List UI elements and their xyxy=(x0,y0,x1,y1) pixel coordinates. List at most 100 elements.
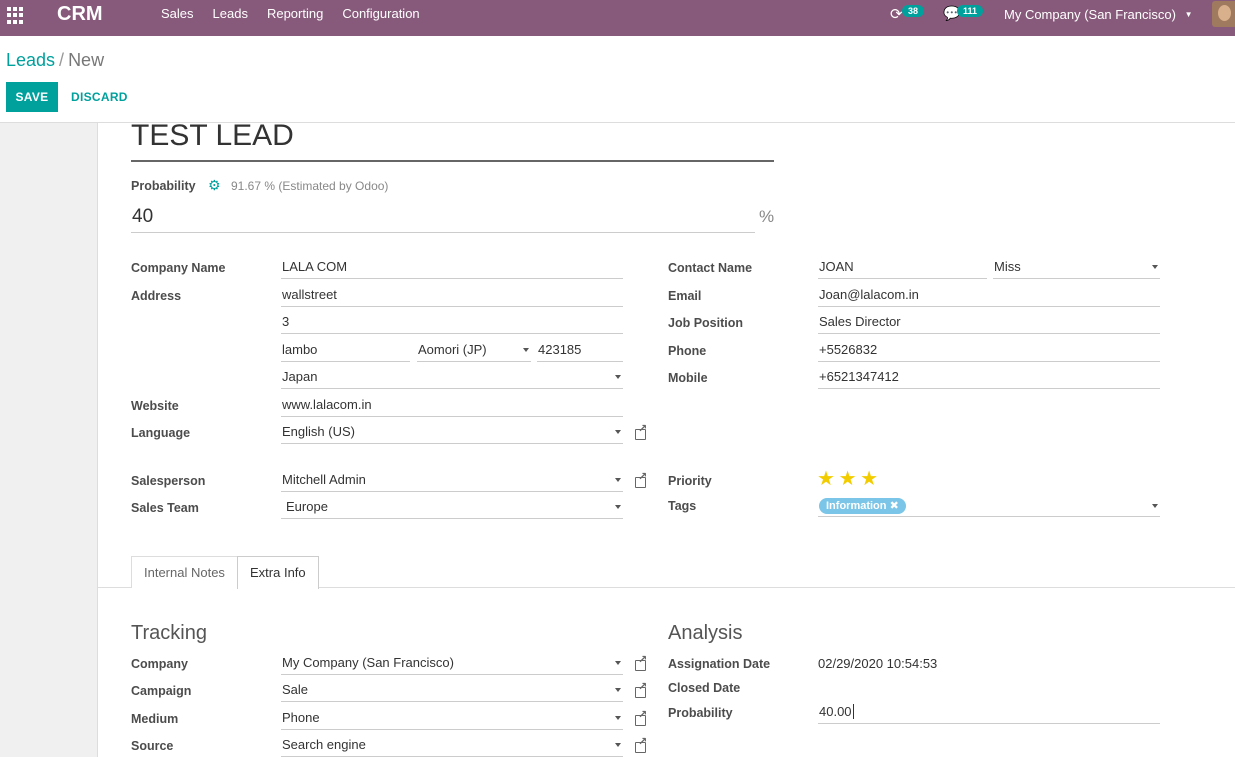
mobile-input[interactable]: +6521347412 xyxy=(818,367,1160,389)
website-label: Website xyxy=(131,399,179,413)
breadcrumb-current: New xyxy=(68,50,105,70)
assignation-date-value: 02/29/2020 10:54:53 xyxy=(818,656,938,671)
country-value: Japan xyxy=(282,369,318,384)
star-icon[interactable]: ★ xyxy=(817,468,835,490)
analysis-probability-label: Probability xyxy=(668,706,733,720)
external-link-icon[interactable] xyxy=(635,708,647,726)
salesperson-label: Salesperson xyxy=(131,474,206,488)
save-button[interactable]: SAVE xyxy=(6,82,58,112)
caret-down-icon xyxy=(615,505,621,509)
sales-team-select[interactable]: Europe xyxy=(281,497,623,519)
app-brand[interactable]: CRM xyxy=(57,3,103,26)
street-input[interactable]: wallstreet xyxy=(281,285,623,307)
mobile-label: Mobile xyxy=(668,371,708,385)
star-icon[interactable]: ★ xyxy=(839,468,857,490)
activity-menu[interactable]: ⟳ 38 xyxy=(890,5,925,23)
caret-down-icon xyxy=(615,688,621,692)
country-select[interactable]: Japan xyxy=(281,367,623,389)
analysis-probability-input[interactable]: 40.00 xyxy=(818,702,1160,724)
top-navbar: CRM Sales Leads Reporting Configuration … xyxy=(0,0,1235,36)
menu-sales[interactable]: Sales xyxy=(161,6,194,21)
closed-date-label: Closed Date xyxy=(668,681,741,695)
tracking-company-label: Company xyxy=(131,657,188,671)
tab-internal-notes[interactable]: Internal Notes xyxy=(131,556,238,588)
campaign-label: Campaign xyxy=(131,684,192,698)
sales-team-value: Europe xyxy=(286,499,328,514)
company-name-label: Company Name xyxy=(131,261,226,275)
street2-input[interactable]: 3 xyxy=(281,312,623,334)
state-select[interactable]: Aomori (JP) xyxy=(417,340,531,362)
probability-label: Probability xyxy=(131,179,196,193)
address-label: Address xyxy=(131,289,182,303)
activity-count-badge: 38 xyxy=(902,5,925,17)
form-sheet: TEST LEAD Probability ⚙ 91.67 % (Estimat… xyxy=(97,119,1235,757)
close-icon[interactable]: ✖ xyxy=(890,500,899,512)
analysis-heading: Analysis xyxy=(668,622,743,644)
tab-extra-info[interactable]: Extra Info xyxy=(237,556,319,589)
gear-icon[interactable]: ⚙ xyxy=(208,177,221,194)
lead-title-input[interactable]: TEST LEAD xyxy=(131,119,774,162)
job-position-label: Job Position xyxy=(668,316,743,330)
company-switcher-label: My Company (San Francisco) xyxy=(1004,7,1176,22)
medium-label: Medium xyxy=(131,712,179,726)
chevron-down-icon: ▼ xyxy=(1184,10,1193,19)
city-input[interactable]: lambo xyxy=(281,340,410,362)
star-icon[interactable]: ★ xyxy=(860,468,878,490)
zip-input[interactable]: 423185 xyxy=(537,340,623,362)
probability-input[interactable]: 40 xyxy=(131,203,755,233)
tags-input[interactable]: Information ✖ xyxy=(818,496,1160,517)
text-cursor xyxy=(852,704,854,719)
caret-down-icon xyxy=(1152,265,1158,269)
email-input[interactable]: Joan@lalacom.in xyxy=(818,285,1160,307)
external-link-icon[interactable] xyxy=(635,422,647,440)
caret-down-icon xyxy=(523,348,529,352)
clock-icon: ⟳ xyxy=(890,6,903,23)
menu-reporting[interactable]: Reporting xyxy=(267,6,323,21)
campaign-select[interactable]: Sale xyxy=(281,680,623,702)
tracking-company-value: My Company (San Francisco) xyxy=(282,655,454,670)
caret-down-icon xyxy=(615,716,621,720)
language-value: English (US) xyxy=(282,424,355,439)
external-link-icon[interactable] xyxy=(635,680,647,698)
website-input[interactable]: www.lalacom.in xyxy=(281,395,623,417)
contact-name-input[interactable]: JOAN xyxy=(818,257,987,279)
caret-down-icon xyxy=(615,375,621,379)
source-select[interactable]: Search engine xyxy=(281,735,623,757)
message-count-badge: 111 xyxy=(957,5,984,17)
menu-configuration[interactable]: Configuration xyxy=(342,6,419,21)
tracking-company-select[interactable]: My Company (San Francisco) xyxy=(281,653,623,675)
language-select[interactable]: English (US) xyxy=(281,422,623,444)
user-avatar[interactable] xyxy=(1212,1,1235,27)
campaign-value: Sale xyxy=(282,682,309,697)
contact-title-select[interactable]: Miss xyxy=(993,257,1160,279)
phone-input[interactable]: +5526832 xyxy=(818,340,1160,362)
priority-widget: ★ ★ ★ xyxy=(817,466,878,491)
external-link-icon[interactable] xyxy=(635,735,647,753)
tracking-heading: Tracking xyxy=(131,622,207,644)
company-name-input[interactable]: LALA COM xyxy=(281,257,623,279)
language-label: Language xyxy=(131,426,191,440)
breadcrumb: Leads / New xyxy=(6,50,104,71)
caret-down-icon xyxy=(615,743,621,747)
messaging-menu[interactable]: 💬 111 xyxy=(943,5,984,22)
priority-label: Priority xyxy=(668,474,712,488)
external-link-icon[interactable] xyxy=(635,470,647,488)
salesperson-value: Mitchell Admin xyxy=(282,472,366,487)
state-value: Aomori (JP) xyxy=(418,342,487,357)
source-value: Search engine xyxy=(282,737,366,752)
medium-select[interactable]: Phone xyxy=(281,708,623,730)
caret-down-icon xyxy=(615,430,621,434)
breadcrumb-leads[interactable]: Leads xyxy=(6,50,55,70)
salesperson-select[interactable]: Mitchell Admin xyxy=(281,470,623,492)
email-label: Email xyxy=(668,289,702,303)
tag-label: Information xyxy=(826,500,887,512)
menu-leads[interactable]: Leads xyxy=(213,6,248,21)
company-switcher[interactable]: My Company (San Francisco) ▼ xyxy=(1004,7,1193,22)
breadcrumb-separator: / xyxy=(59,50,65,70)
discard-button[interactable]: DISCARD xyxy=(64,82,135,112)
job-position-input[interactable]: Sales Director xyxy=(818,312,1160,334)
sales-team-label: Sales Team xyxy=(131,501,199,515)
main-menu: Sales Leads Reporting Configuration xyxy=(161,6,439,21)
apps-menu-icon[interactable] xyxy=(7,6,25,24)
external-link-icon[interactable] xyxy=(635,653,647,671)
